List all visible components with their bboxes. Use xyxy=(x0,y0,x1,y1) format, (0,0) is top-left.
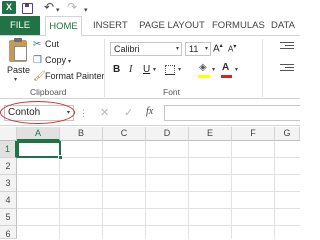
borders-dropdown-icon[interactable]: ▾ xyxy=(178,66,181,73)
format-painter-button[interactable]: 🖌Format Painter xyxy=(33,70,105,83)
copy-dropdown-icon[interactable]: ▾ xyxy=(68,59,71,65)
font-size-value: 11 xyxy=(189,44,199,54)
paste-icon[interactable] xyxy=(9,40,27,62)
font-color-swatch xyxy=(221,75,232,78)
underline-dropdown-icon[interactable]: ▾ xyxy=(153,66,156,73)
chevron-down-icon: ▾ xyxy=(175,46,179,52)
align-left-icon[interactable] xyxy=(280,64,294,73)
enter-icon[interactable]: ✓ xyxy=(124,106,133,119)
copy-button[interactable]: ❐ Copy ▾ xyxy=(33,54,71,67)
column-header[interactable]: G xyxy=(275,127,300,141)
insert-function-icon[interactable]: fx xyxy=(146,106,153,117)
ribbon-tabs: FILE HOME INSERT PAGE LAYOUT FORMULAS DA… xyxy=(0,16,300,36)
tab-data[interactable]: DATA xyxy=(268,16,298,35)
paste-dropdown-icon[interactable]: ▾ xyxy=(14,76,17,83)
row-header[interactable]: 3 xyxy=(0,175,17,192)
borders-icon[interactable] xyxy=(165,65,175,75)
scissors-icon: ✂ xyxy=(33,39,42,50)
column-header[interactable]: A xyxy=(17,127,60,141)
cut-button[interactable]: ✂ Cut xyxy=(33,38,59,51)
drag-handle-icon[interactable]: ⋮ xyxy=(79,108,88,119)
column-header[interactable]: D xyxy=(146,127,189,141)
row-header[interactable]: 1 xyxy=(0,141,17,158)
increase-font-icon[interactable]: A▴ xyxy=(213,42,223,54)
group-divider xyxy=(104,39,105,97)
excel-logo-icon: X xyxy=(2,1,16,14)
paste-button[interactable]: Paste xyxy=(7,65,30,75)
tab-insert[interactable]: INSERT xyxy=(93,16,128,35)
row-header[interactable]: 5 xyxy=(0,209,17,226)
cut-label: Cut xyxy=(45,39,60,49)
active-cell[interactable] xyxy=(17,141,61,158)
select-all-corner[interactable] xyxy=(0,127,17,141)
fill-color-dropdown-icon[interactable]: ▾ xyxy=(212,66,215,73)
ribbon-home: Paste ▾ ✂ Cut ❐ Copy ▾ 🖌Format Painter Clip… xyxy=(0,35,300,99)
align-top-icon[interactable] xyxy=(280,42,294,51)
brush-icon: 🖌 xyxy=(33,71,46,82)
copy-icon: ❐ xyxy=(33,55,42,66)
font-name-value: Calibri xyxy=(114,44,140,54)
tab-page-layout[interactable]: PAGE LAYOUT xyxy=(137,16,207,35)
group-divider xyxy=(262,39,263,97)
font-group-label: Font xyxy=(163,87,181,97)
formula-input[interactable] xyxy=(164,105,300,121)
fill-handle[interactable] xyxy=(58,155,63,160)
tab-file[interactable]: FILE xyxy=(0,16,40,35)
font-size-dropdown[interactable]: 11 ▾ xyxy=(185,42,211,56)
decrease-font-icon[interactable]: A▾ xyxy=(228,43,236,54)
fill-color-swatch xyxy=(198,75,210,78)
italic-button[interactable]: I xyxy=(129,63,132,77)
row-header[interactable]: 2 xyxy=(0,158,17,175)
column-header[interactable]: B xyxy=(60,127,103,141)
name-box[interactable]: Contoh ▾ xyxy=(4,105,74,121)
format-painter-label: Format Painter xyxy=(45,71,105,81)
column-header[interactable]: E xyxy=(189,127,232,141)
underline-button[interactable]: U xyxy=(143,63,150,77)
row-header[interactable]: 6 xyxy=(0,226,17,239)
column-header[interactable]: C xyxy=(103,127,146,141)
font-color-dropdown-icon[interactable]: ▾ xyxy=(235,66,238,73)
font-name-dropdown[interactable]: Calibri ▾ xyxy=(110,42,182,56)
cancel-icon[interactable]: ✕ xyxy=(100,106,109,119)
undo-icon[interactable]: ↶ xyxy=(44,1,54,14)
row-header[interactable]: 4 xyxy=(0,192,17,209)
formula-bar: Contoh ▾ ⋮ ✕ ✓ fx xyxy=(0,99,300,126)
quick-access-toolbar: X ↶ ▾ ↷ ▾ xyxy=(0,0,300,16)
save-icon[interactable] xyxy=(22,3,33,14)
chevron-down-icon: ▾ xyxy=(204,46,208,52)
paste-clip-icon xyxy=(14,38,22,42)
bold-button[interactable]: B xyxy=(113,63,120,77)
tab-home[interactable]: HOME xyxy=(45,16,82,36)
copy-label: Copy xyxy=(45,55,67,65)
tab-formulas[interactable]: FORMULAS xyxy=(212,16,265,35)
chevron-down-icon[interactable]: ▾ xyxy=(67,106,70,120)
column-header[interactable]: F xyxy=(232,127,275,141)
fill-color-icon[interactable]: ◈ xyxy=(199,62,207,73)
name-box-value: Contoh xyxy=(8,107,41,118)
font-color-icon[interactable]: A xyxy=(222,62,229,73)
clipboard-group-label: Clipboard xyxy=(30,87,67,97)
redo-icon[interactable]: ↷ xyxy=(67,1,77,14)
